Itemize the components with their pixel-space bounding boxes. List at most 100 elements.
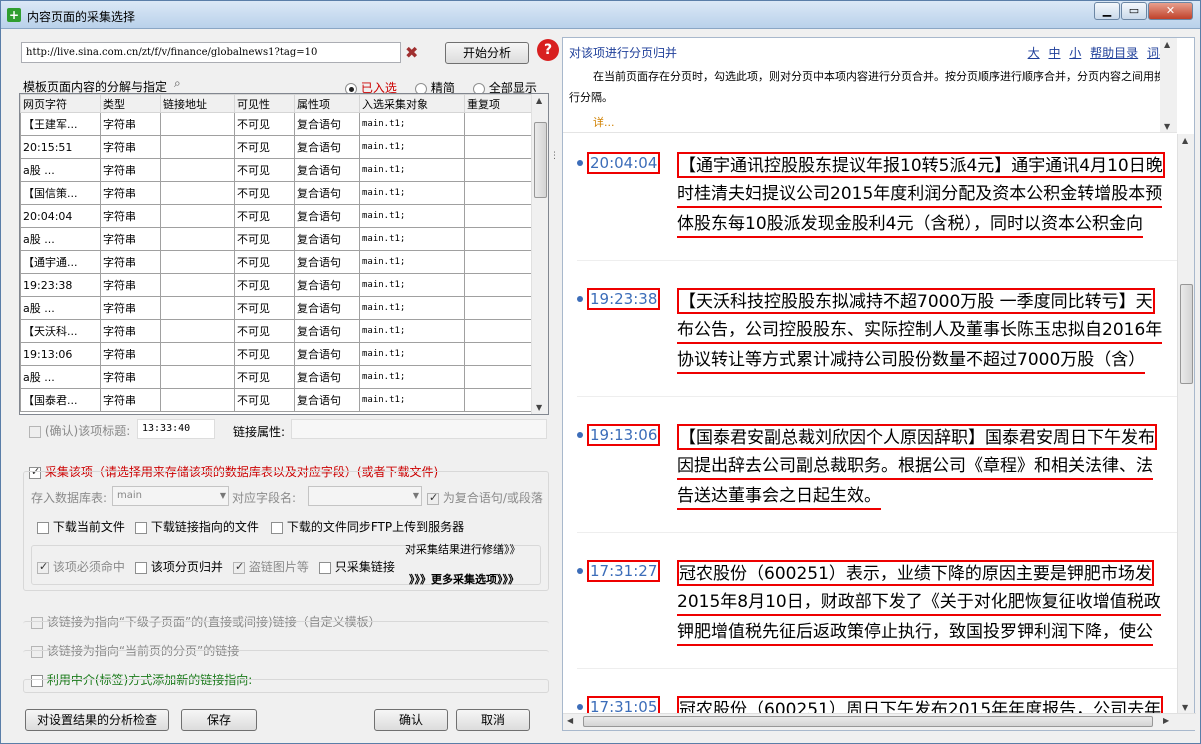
table-cell: 不可见 [234,296,295,320]
download-current-checkbox[interactable]: 下载当前文件 [37,518,125,535]
scroll-right-icon[interactable]: ▶ [1163,716,1169,725]
preview-hscrollbar[interactable]: ◀ ▶ [563,713,1196,730]
start-analyze-button[interactable]: 开始分析 [445,42,529,64]
content-grid[interactable]: 网页字符 类型 链接地址 可见性 属性项 入选采集对象 重复项 【王建军... 字符串 不可见复… [19,93,549,415]
url-input[interactable]: http://live.sina.com.cn/zt/f/v/finance/g… [21,42,401,63]
table-cell: 不可见 [234,319,295,343]
hscroll-thumb[interactable] [583,716,1153,727]
analysis-check-button[interactable]: 对设置结果的分析检查 [25,709,169,731]
cancel-button[interactable]: 取消 [456,709,530,731]
table-cell: 字符串 [100,388,161,412]
table-row[interactable]: 【国信策... 字符串 不可见 复合语句 main.t1; [20,181,533,205]
checkbox-icon [319,561,331,574]
help-icon[interactable]: ? [537,39,559,61]
scroll-thumb[interactable] [534,122,547,198]
table-row[interactable]: a股 ... 字符串 不可见 复合语句 main.t1; [20,296,533,320]
grid-header-cell[interactable]: 入选采集对象 [359,94,465,113]
preview-vscrollbar[interactable]: ▲ ▼ [1177,134,1194,714]
news-text-line[interactable]: 因提出辞去公司副总裁职务。根据公司《章程》和相关法律、法 [677,454,1153,480]
table-cell: main.t1; [359,250,465,274]
db-table-select[interactable]: main ▼ [112,486,229,506]
table-cell: a股 ... [20,296,101,320]
grid-header-cell[interactable]: 链接地址 [160,94,235,113]
help-links: 大 中 小 帮助目录 词典 [1023,44,1171,61]
news-time[interactable]: 19:23:38 [587,288,661,310]
page-merge-checkbox[interactable]: 该项分页归并 [135,558,223,575]
scroll-down-icon[interactable]: ▼ [1182,703,1188,712]
font-small-link[interactable]: 小 [1069,46,1081,60]
news-text-line[interactable]: 【天沃科技控股股东拟减持不超7000万股 一季度同比转亏】天 [677,288,1155,314]
table-row[interactable]: 【通宇通... 字符串 不可见 复合语句 main.t1; [20,250,533,274]
table-row[interactable]: 20:15:51 字符串 不可见 复合语句 main.t1; [20,135,533,159]
table-cell: 字符串 [100,135,161,159]
splitter-handle[interactable]: ⋮ [550,151,559,165]
scroll-up-icon[interactable]: ▲ [1182,136,1188,145]
grid-header-cell[interactable]: 可见性 [234,94,295,113]
table-row[interactable]: 【王建军... 字符串 不可见 复合语句 main.t1; [20,112,533,136]
news-text-line[interactable]: 【国泰君安副总裁刘欣因个人原因辞职】国泰君安周日下午发布 [677,424,1157,450]
table-cell [464,273,533,297]
table-row[interactable]: 19:13:06 字符串 不可见 复合语句 main.t1; [20,342,533,366]
news-text-line[interactable]: 2015年8月10日，财政部下发了《关于对化肥恢复征收增值税政 [677,590,1161,616]
grid-header-cell[interactable]: 属性项 [294,94,360,113]
table-row[interactable]: 【天沃科... 字符串 不可见 复合语句 main.t1; [20,319,533,343]
magnifier-icon[interactable]: ⌕ [174,76,181,91]
grid-header-cell[interactable]: 网页字符 [20,94,101,113]
maximize-button[interactable]: ▭ [1121,2,1147,20]
table-cell: 字符串 [100,181,161,205]
more-options-link[interactable]: 》》》更多采集选项》》》 [409,571,519,587]
table-cell [160,250,235,274]
scroll-thumb[interactable] [1180,284,1193,384]
edit-results-link[interactable]: 对采集结果进行修缮》》 [405,541,521,557]
scroll-down-icon[interactable]: ▼ [1164,122,1170,131]
link-only-checkbox[interactable]: 只采集链接 [319,558,395,575]
news-text-line[interactable]: 冠农股份（600251）表示，业绩下降的原因主要是钾肥市场发 [677,560,1154,586]
download-link-checkbox[interactable]: 下载链接指向的文件 [135,518,259,535]
help-index-link[interactable]: 帮助目录 [1090,46,1138,60]
news-time[interactable]: 19:13:06 [587,424,661,446]
download-current-label: 下载当前文件 [52,520,125,534]
confirm-title-checkbox[interactable]: (确认)该项标题: [29,422,130,439]
help-more-link[interactable]: 详... [593,114,615,130]
table-row[interactable]: 19:23:38 字符串 不可见 复合语句 main.t1; [20,273,533,297]
field-name-select[interactable]: ▼ [308,486,422,506]
grid-header-cell[interactable]: 重复项 [464,94,533,113]
news-time[interactable]: 17:31:27 [587,560,661,582]
scroll-down-icon[interactable]: ▼ [536,403,542,412]
table-row[interactable]: 【国泰君... 字符串 不可见 复合语句 main.t1; [20,388,533,412]
news-text-line[interactable]: 布公告，公司控股股东、实际控制人及董事长陈玉忠拟自2016年 [677,318,1163,344]
link-attr-input[interactable] [291,419,547,439]
table-cell [160,365,235,389]
table-row[interactable]: 20:04:04 字符串 不可见 复合语句 main.t1; [20,204,533,228]
save-button[interactable]: 保存 [181,709,257,731]
hotlink-checkbox[interactable]: 盗链图片等 [233,558,309,575]
news-text-line[interactable]: 【通宇通讯控股股东提议年报10转5派4元】通宇通讯4月10日晚 [677,152,1165,178]
news-text-line[interactable]: 体股东每10股派发现金股利4元（含税），同时以资本公积金向 [677,212,1143,238]
table-row[interactable]: a股 ... 字符串 不可见 复合语句 main.t1; [20,227,533,251]
minimize-button[interactable]: ▁ [1094,2,1120,20]
compound-checkbox[interactable]: 为复合语句/或段落 [427,489,543,506]
table-row[interactable]: a股 ... 字符串 不可见 复合语句 main.t1; [20,365,533,389]
scroll-left-icon[interactable]: ◀ [567,716,573,725]
table-row[interactable]: a股 ... 字符串 不可见 复合语句 main.t1; [20,158,533,182]
font-large-link[interactable]: 大 [1028,46,1040,60]
news-text-line[interactable]: 时桂清夫妇提议公司2015年度利润分配及资本公积金转增股本预 [677,182,1163,208]
confirm-title-input[interactable]: 13:33:40 [137,419,215,439]
grid-header-cell[interactable]: 类型 [100,94,161,113]
table-cell: 字符串 [100,204,161,228]
download-ftp-checkbox[interactable]: 下载的文件同步FTP上传到服务器 [271,518,464,535]
table-cell: 【国泰君... [20,388,101,412]
font-medium-link[interactable]: 中 [1048,46,1060,60]
help-scrollbar[interactable]: ▲ ▼ [1160,38,1177,132]
must-hit-checkbox[interactable]: 该项必须命中 [37,558,125,575]
grid-scrollbar[interactable]: ▲ ▼ [531,94,548,414]
news-text-line[interactable]: 钾肥增值税先征后返政策停止执行，致国投罗钾利润下降，使公 [677,620,1153,646]
news-time[interactable]: 20:04:04 [587,152,661,174]
scroll-up-icon[interactable]: ▲ [1164,40,1170,49]
ok-button[interactable]: 确认 [374,709,448,731]
close-button[interactable]: ✕ [1148,2,1193,20]
tools-icon[interactable]: ✖ [405,43,425,63]
news-text-line[interactable]: 协议转让等方式累计减持公司股份数量不超过7000万股（含） [677,348,1146,374]
news-text-line[interactable]: 告送达董事会之日起生效。 [677,484,881,510]
scroll-up-icon[interactable]: ▲ [536,96,542,105]
